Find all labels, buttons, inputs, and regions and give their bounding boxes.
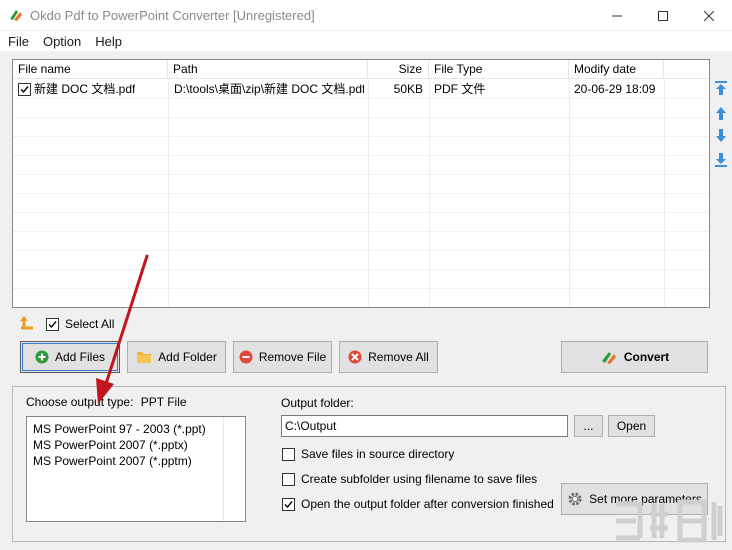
file-row-checkbox[interactable] — [18, 83, 31, 96]
browse-button[interactable]: ... — [574, 415, 603, 437]
up-level-icon[interactable] — [19, 316, 37, 330]
remove-all-label: Remove All — [368, 350, 429, 364]
minimize-button[interactable] — [594, 0, 640, 31]
remove-file-button[interactable]: Remove File — [233, 341, 332, 373]
add-icon — [35, 350, 49, 364]
output-type-option-pptx[interactable]: MS PowerPoint 2007 (*.pptx) — [27, 437, 245, 453]
maximize-icon — [658, 10, 668, 21]
menu-bar: File Option Help — [0, 31, 732, 51]
checkmark-icon — [48, 320, 57, 328]
open-output-folder-label: Open the output folder after conversion … — [301, 497, 554, 511]
create-subfolder-checkbox[interactable] — [282, 472, 295, 486]
file-name-cell: 新建 DOC 文档.pdf — [34, 82, 136, 96]
checkmark-icon — [284, 500, 293, 508]
column-header-file-type[interactable]: File Type — [429, 60, 569, 79]
option-save-in-source[interactable]: Save files in source directory — [282, 447, 454, 461]
move-to-bottom-icon[interactable] — [714, 152, 728, 168]
file-size-cell: 50KB — [393, 82, 423, 96]
list-column-divider — [223, 417, 224, 521]
column-header-modify-date[interactable]: Modify date — [569, 60, 664, 79]
column-header-path[interactable]: Path — [168, 60, 368, 79]
title-bar: Okdo Pdf to PowerPoint Converter [Unregi… — [0, 0, 732, 31]
column-header-size[interactable]: Size — [368, 60, 429, 79]
output-type-option-pptm[interactable]: MS PowerPoint 2007 (*.pptm) — [27, 453, 245, 469]
maximize-button[interactable] — [640, 0, 686, 31]
move-up-icon[interactable] — [714, 105, 728, 121]
option-create-subfolder[interactable]: Create subfolder using filename to save … — [282, 472, 537, 486]
row-divider — [13, 174, 709, 175]
row-divider — [13, 212, 709, 213]
remove-all-button[interactable]: Remove All — [339, 341, 438, 373]
window-title: Okdo Pdf to PowerPoint Converter [Unregi… — [30, 7, 315, 23]
select-all-checkbox[interactable] — [46, 317, 59, 331]
open-button[interactable]: Open — [608, 415, 655, 437]
gear-icon — [567, 491, 583, 507]
menu-file[interactable]: File — [0, 34, 36, 49]
column-header-filler — [664, 60, 709, 79]
output-type-option-ppt[interactable]: MS PowerPoint 97 - 2003 (*.ppt) — [27, 421, 245, 437]
file-path-cell: D:\tools\桌面\zip\新建 DOC 文档.pdf — [174, 82, 364, 96]
file-type-cell: PDF 文件 — [434, 82, 486, 96]
row-divider — [13, 136, 709, 137]
app-logo-icon — [10, 10, 22, 21]
row-divider — [13, 155, 709, 156]
move-to-top-icon[interactable] — [714, 80, 728, 96]
output-folder-label: Output folder: — [281, 396, 354, 410]
remove-all-icon — [348, 350, 362, 364]
close-icon — [704, 10, 714, 21]
file-row-checkbox-cell[interactable]: 新建 DOC 文档.pdf — [18, 80, 135, 99]
create-subfolder-label: Create subfolder using filename to save … — [301, 472, 538, 486]
add-folder-label: Add Folder — [158, 350, 217, 364]
option-open-output-folder[interactable]: Open the output folder after conversion … — [282, 497, 554, 511]
output-type-list[interactable]: MS PowerPoint 97 - 2003 (*.ppt) MS Power… — [26, 416, 246, 522]
close-button[interactable] — [686, 0, 732, 31]
watermark-logo-icon — [616, 499, 723, 543]
convert-label: Convert — [623, 350, 670, 364]
output-folder-input[interactable]: C:\Output — [281, 415, 568, 437]
column-header-file-name[interactable]: File name — [13, 60, 168, 79]
checkmark-icon — [20, 86, 29, 94]
row-divider — [13, 117, 709, 118]
row-divider — [13, 231, 709, 232]
menu-help[interactable]: Help — [88, 34, 129, 49]
remove-icon — [239, 350, 253, 364]
open-output-folder-checkbox[interactable] — [282, 497, 295, 511]
save-in-source-label: Save files in source directory — [301, 447, 455, 461]
minimize-icon — [612, 15, 622, 16]
convert-button[interactable]: Convert — [561, 341, 708, 373]
move-down-icon[interactable] — [714, 128, 728, 144]
convert-icon — [600, 349, 618, 365]
annotation-arrow-icon — [96, 254, 149, 404]
row-divider — [13, 193, 709, 194]
menu-option[interactable]: Option — [36, 34, 88, 49]
save-in-source-checkbox[interactable] — [282, 447, 295, 461]
file-modified-cell: 20-06-29 18:09 — [574, 82, 656, 96]
remove-file-label: Remove File — [258, 350, 327, 364]
